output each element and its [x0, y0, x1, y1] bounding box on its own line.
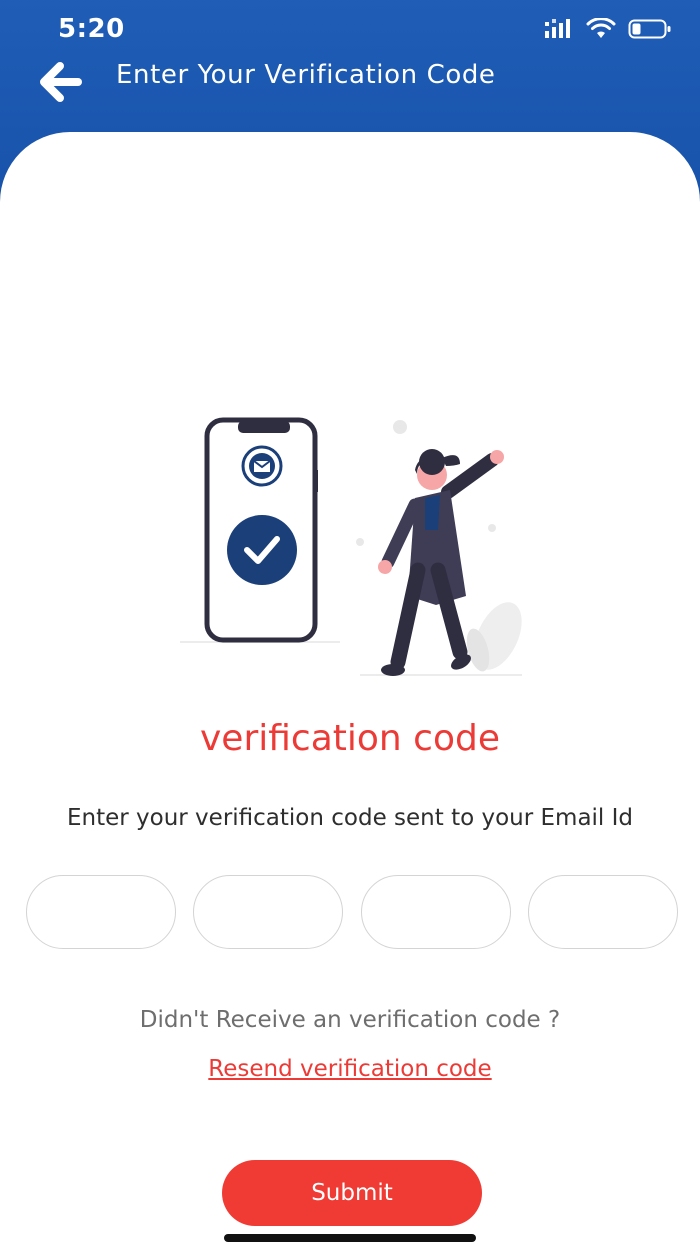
plant-graphic: [466, 602, 522, 672]
otp-input-row: [26, 875, 678, 949]
otp-digit-3-input[interactable]: [360, 875, 511, 949]
wifi-icon: [586, 18, 616, 38]
status-icons: [544, 18, 672, 40]
submit-button[interactable]: Submit: [222, 1160, 482, 1226]
battery-icon: [628, 19, 671, 39]
verification-illustration: [180, 417, 522, 676]
app-bar: Enter Your Verification Code: [0, 52, 700, 104]
otp-digit-2-input[interactable]: [193, 875, 344, 949]
signal-icon: [545, 19, 570, 38]
status-time: 5:20: [58, 14, 125, 44]
home-indicator: [224, 1234, 476, 1242]
didnt-receive-text: Didn't Receive an verification code ?: [139, 1007, 561, 1033]
headline: verification code: [199, 718, 500, 759]
otp-digit-1-input[interactable]: [26, 875, 176, 949]
back-arrow-icon: [40, 62, 82, 102]
page-title: Enter Your Verification Code: [116, 60, 496, 90]
resend-container: Resend verification code: [0, 1056, 700, 1082]
status-bar: 5:20: [0, 0, 700, 60]
resend-code-link[interactable]: Resend verification code: [208, 1056, 491, 1082]
otp-digit-4-input[interactable]: [527, 875, 678, 949]
instruction-text: Enter your verification code sent to you…: [66, 805, 634, 831]
envelope-icon: [241, 445, 283, 487]
back-button[interactable]: [38, 60, 86, 104]
check-icon: [227, 515, 297, 585]
